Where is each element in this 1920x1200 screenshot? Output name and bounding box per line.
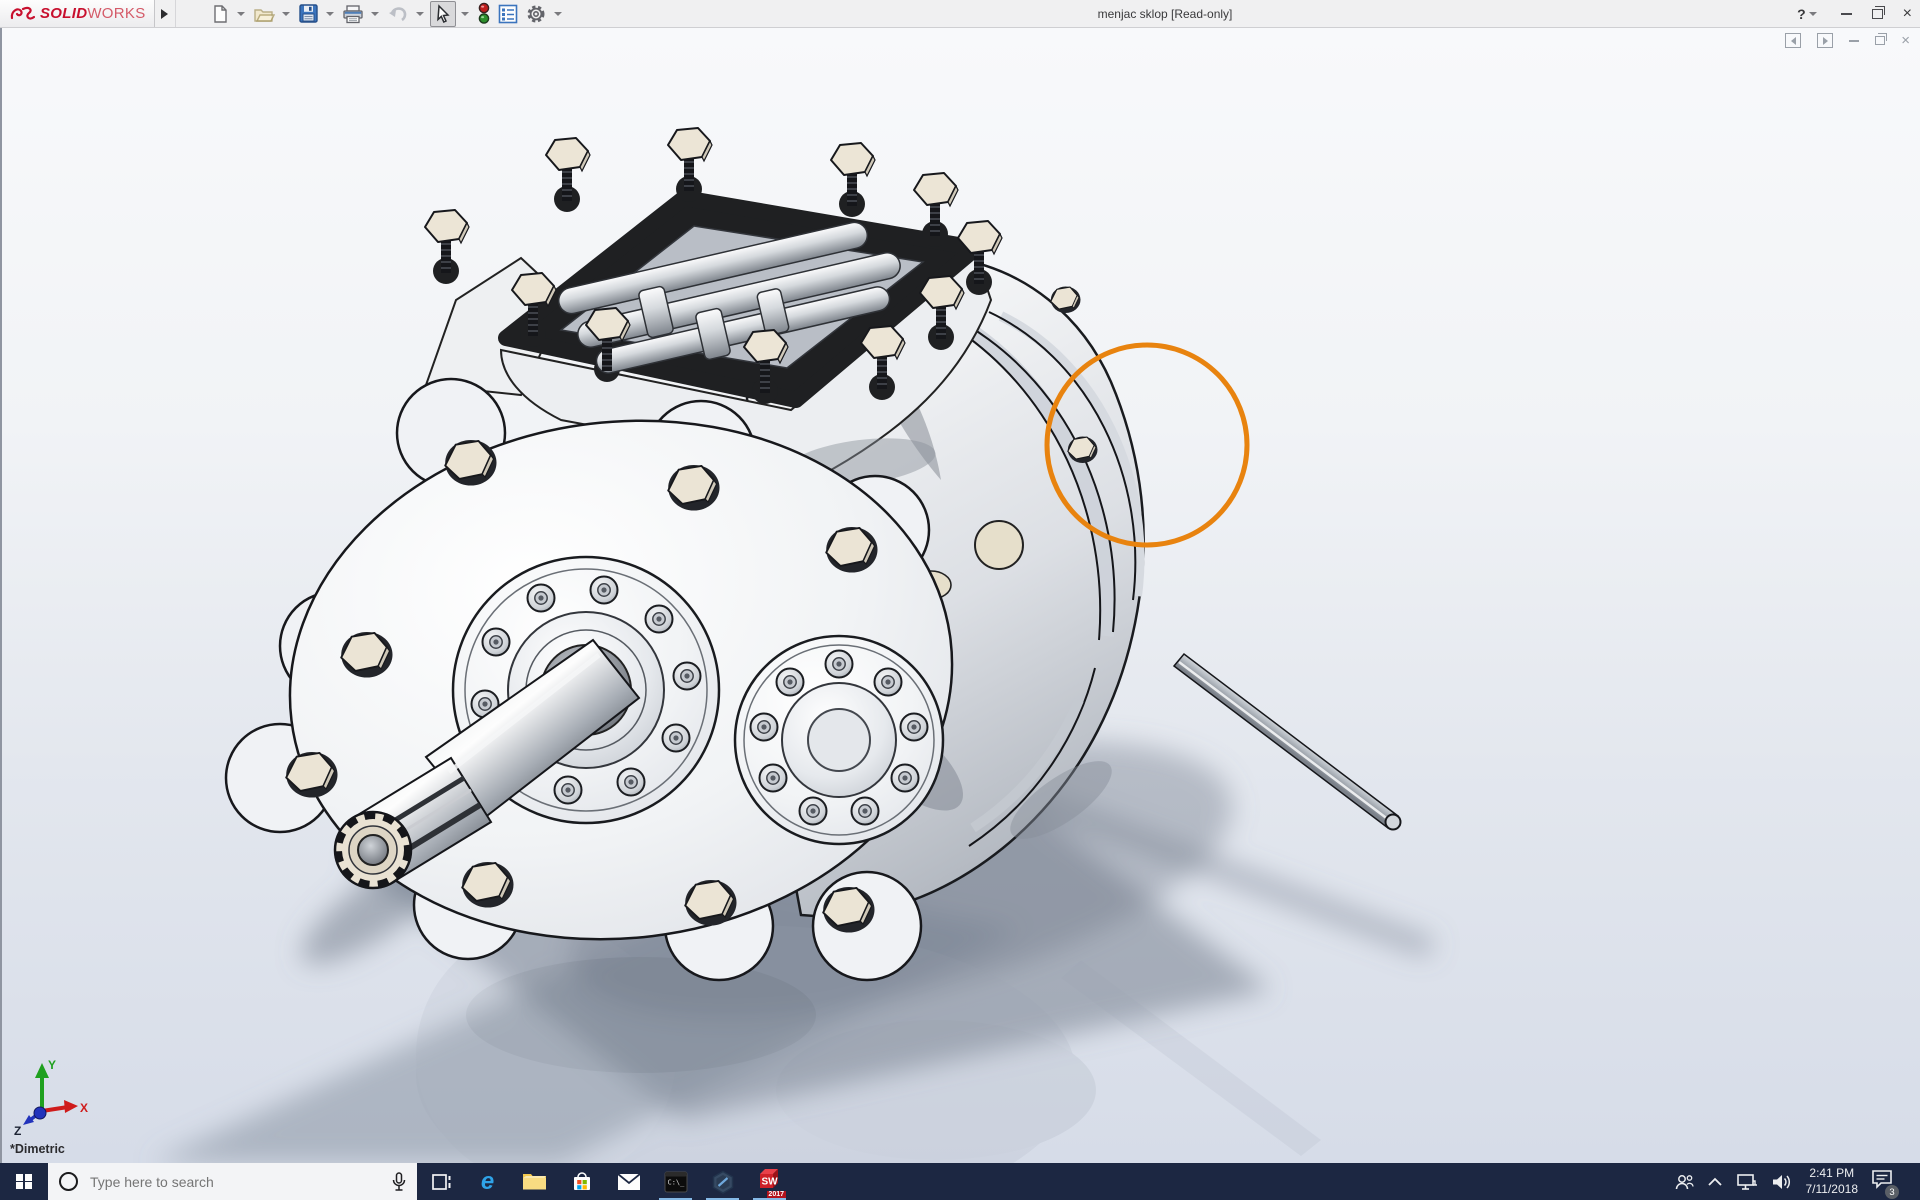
document-window-controls: × (1785, 33, 1910, 48)
new-dropdown-caret[interactable] (236, 11, 245, 16)
notification-badge: 3 (1885, 1185, 1899, 1199)
close-button[interactable]: × (1903, 5, 1912, 22)
flyout-arrow-icon (161, 8, 169, 19)
doc-close-button[interactable]: × (1901, 33, 1910, 48)
hexagon-app-icon (712, 1170, 733, 1194)
new-document-button[interactable] (208, 2, 232, 26)
undo-dropdown-caret[interactable] (415, 11, 424, 16)
view-orientation-label: *Dimetric (10, 1142, 65, 1156)
undo-button[interactable] (385, 2, 411, 26)
settings-dropdown-caret[interactable] (553, 11, 562, 16)
open-icon (253, 8, 275, 22)
file-explorer-icon (523, 1174, 546, 1190)
taskbar-icon-file-explorer[interactable] (511, 1163, 558, 1200)
start-button[interactable] (0, 1163, 48, 1200)
store-icon (573, 1171, 590, 1190)
window-title: menjac sklop [Read-only] (1097, 7, 1233, 21)
doc-minimize-button[interactable] (1849, 39, 1860, 42)
gearbox-3d-model[interactable] (2, 28, 1920, 1163)
taskbar-icon-command-prompt[interactable]: C:\_ (652, 1163, 699, 1200)
rebuild-traffic-light-button[interactable] (475, 2, 493, 26)
minimize-button[interactable] (1840, 12, 1852, 15)
taskbar-icon-solidworks[interactable]: SW 2017 (746, 1163, 793, 1200)
taskbar: e C:\_ (0, 1163, 1920, 1200)
solidworks-2017-icon: SW 2017 (757, 1166, 786, 1199)
brand-text: SOLIDWORKS (40, 5, 146, 22)
doc-restore-button[interactable] (1875, 33, 1888, 45)
titlebar: SOLIDWORKS menjac sklop [Read-only] ? × (0, 0, 1920, 28)
action-center-button[interactable]: 3 (1871, 1169, 1899, 1199)
traffic-light-icon (478, 2, 489, 24)
taskbar-icon-edge[interactable]: e (464, 1163, 511, 1200)
save-icon (298, 4, 318, 23)
taskbar-clock[interactable]: 2:41 PM 7/11/2018 (1806, 1166, 1859, 1197)
system-tray: 2:41 PM 7/11/2018 3 (1674, 1163, 1920, 1200)
y-axis-label: Y (48, 1058, 56, 1072)
previous-arrow-icon (1790, 36, 1796, 45)
hidden-icons-chevron[interactable] (1707, 1177, 1723, 1187)
clock-time: 2:41 PM (1809, 1165, 1855, 1180)
undo-icon (388, 6, 406, 21)
help-dropdown-caret (1808, 11, 1817, 16)
task-view-button[interactable] (417, 1163, 464, 1200)
clock-date: 7/11/2018 (1805, 1181, 1859, 1196)
network-icon[interactable] (1736, 1173, 1758, 1191)
gear-icon (527, 5, 545, 22)
print-icon (342, 4, 363, 23)
save-button[interactable] (296, 2, 321, 26)
window-controls: ? × (1797, 0, 1912, 27)
svg-text:SW: SW (761, 1177, 778, 1188)
solidworks-logo[interactable]: SOLIDWORKS (0, 0, 155, 27)
restore-button[interactable] (1871, 5, 1885, 19)
ds-logo-icon (10, 6, 35, 20)
new-document-icon (213, 4, 227, 23)
settings-button[interactable] (523, 2, 549, 26)
graphics-viewport[interactable]: × Y X Z *Dimetric (0, 28, 1920, 1163)
taskbar-icon-hexagon-app[interactable] (699, 1163, 746, 1200)
orientation-triad[interactable]: Y X Z (10, 1057, 90, 1139)
edge-icon: e (480, 1167, 495, 1195)
select-dropdown-caret[interactable] (460, 11, 469, 16)
volume-icon[interactable] (1771, 1173, 1793, 1191)
search-input[interactable] (88, 1172, 382, 1191)
task-view-icon (431, 1173, 450, 1190)
next-view-button[interactable] (1817, 33, 1834, 48)
quick-access-toolbar (208, 0, 566, 27)
select-cursor-icon (436, 3, 450, 23)
x-axis-label: X (80, 1101, 88, 1115)
windows-logo-icon (16, 1173, 32, 1190)
bearing-retainer-small[interactable] (733, 634, 945, 846)
help-button[interactable]: ? (1797, 6, 1821, 22)
microphone-icon[interactable] (392, 1171, 406, 1192)
cortana-icon (59, 1172, 78, 1191)
open-button[interactable] (251, 2, 277, 26)
svg-text:C:\_: C:\_ (667, 1178, 685, 1186)
save-dropdown-caret[interactable] (325, 11, 334, 16)
y-axis-arrow (35, 1063, 49, 1078)
x-axis-arrow (64, 1100, 78, 1113)
select-button[interactable] (429, 0, 456, 27)
taskbar-icon-store[interactable] (558, 1163, 605, 1200)
z-axis-label: Z (14, 1124, 21, 1138)
next-arrow-icon (1822, 36, 1828, 45)
print-button[interactable] (340, 2, 366, 26)
previous-view-button[interactable] (1785, 33, 1802, 48)
taskbar-icon-mail[interactable] (605, 1163, 652, 1200)
options-list-button[interactable] (495, 2, 521, 26)
options-list-icon (498, 4, 517, 23)
print-dropdown-caret[interactable] (370, 11, 379, 16)
open-dropdown-caret[interactable] (281, 11, 290, 16)
mail-icon (616, 1172, 641, 1190)
taskbar-search[interactable] (48, 1163, 417, 1200)
people-icon[interactable] (1674, 1173, 1694, 1191)
spline-end-face (333, 810, 413, 890)
menu-flyout-button[interactable] (155, 0, 176, 27)
command-prompt-icon: C:\_ (664, 1171, 687, 1192)
